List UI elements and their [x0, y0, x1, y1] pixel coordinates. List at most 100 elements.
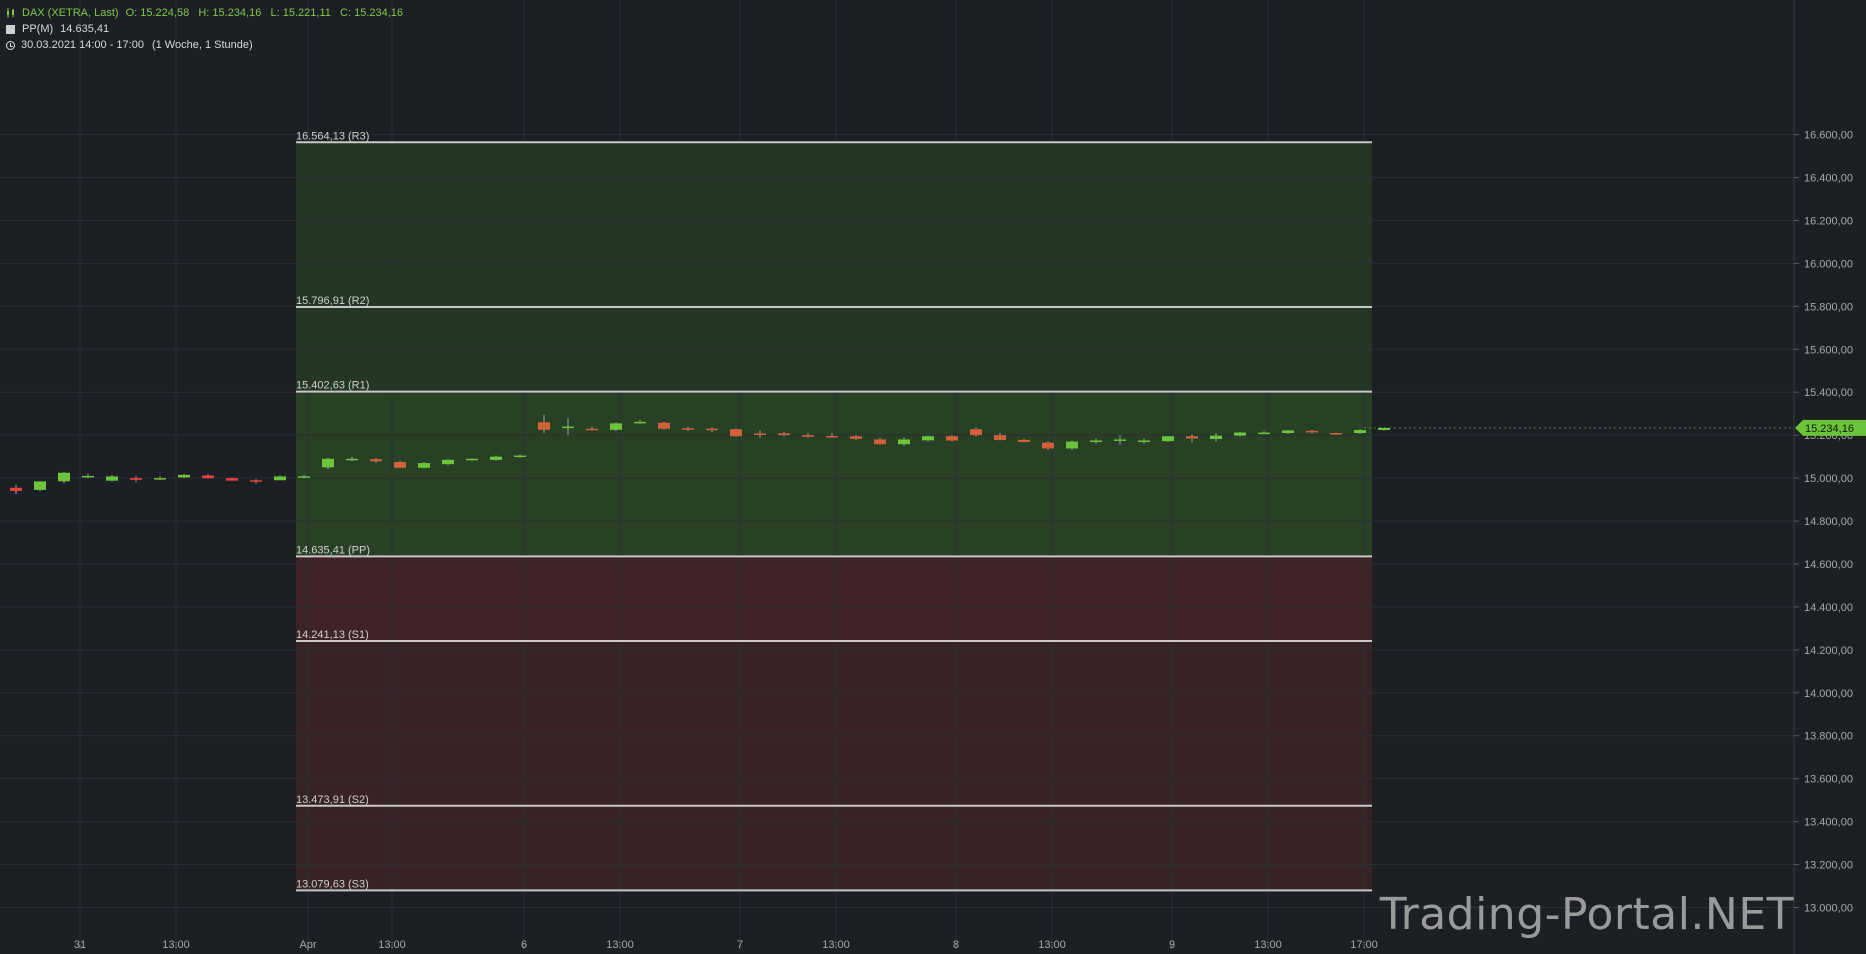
indicator-value: 14.635,41: [60, 23, 110, 35]
candle-body: [1018, 439, 1030, 443]
candle-body: [658, 422, 670, 429]
ohlc-values: O: 15.224,58 H: 15.234,16 L: 15.221,11 C…: [125, 7, 404, 19]
y-axis-tick-label: 14.800,00: [1804, 516, 1853, 528]
x-axis-tick-label: 8: [953, 939, 959, 951]
candle-body: [1234, 432, 1246, 436]
x-axis-tick-label: 17:00: [1350, 939, 1378, 951]
candle-body: [1258, 432, 1270, 435]
indicator-row[interactable]: PP(M) 14.635,41: [6, 21, 403, 37]
y-axis-tick-label: 13.000,00: [1804, 903, 1853, 915]
candle-body: [490, 456, 502, 460]
candle-body: [394, 461, 406, 468]
x-axis-tick-label: 13:00: [378, 939, 406, 951]
candlestick-icon: [7, 8, 14, 18]
candle-body: [202, 475, 214, 479]
timeframe: (1 Woche, 1 Stunde): [151, 39, 253, 51]
candle-body: [754, 433, 766, 435]
candle-body: [10, 487, 22, 491]
pivot-level-label: 14.241,13 (S1): [296, 629, 369, 641]
instrument-row[interactable]: DAX (XETRA, Last) O: 15.224,58 H: 15.234…: [6, 5, 403, 21]
chart-canvas[interactable]: 16.564,13 (R3) 15.796,91 (R2) 15.402,63 (R…: [0, 0, 1866, 954]
candle-body: [106, 476, 118, 481]
candle-body: [946, 436, 958, 441]
pivot-level-label: 16.564,13 (R3): [296, 130, 369, 142]
x-axis-tick-label: 7: [737, 939, 743, 951]
candle-body: [1282, 430, 1294, 434]
y-axis-tick-label: 15.000,00: [1804, 473, 1853, 485]
candle-body: [1330, 433, 1342, 435]
candle-body: [514, 455, 526, 458]
candle-body: [418, 463, 430, 468]
candle-body: [1354, 430, 1366, 434]
x-axis-tick-label: 9: [1169, 939, 1175, 951]
candle-body: [538, 422, 550, 430]
candle-body: [1066, 441, 1078, 449]
y-axis-tick-label: 16.000,00: [1804, 258, 1853, 270]
y-axis-tick-label: 16.600,00: [1804, 130, 1853, 142]
x-axis-tick-label: 13:00: [822, 939, 850, 951]
candle-body: [1138, 440, 1150, 443]
candle-body: [226, 478, 238, 481]
candle-body: [1186, 436, 1198, 439]
candle-body: [34, 481, 46, 490]
y-axis-tick-label: 16.200,00: [1804, 215, 1853, 227]
y-axis-tick-label: 15.800,00: [1804, 301, 1853, 313]
y-axis-tick-label: 13.400,00: [1804, 817, 1853, 829]
candle-body: [850, 436, 862, 439]
candle-body: [970, 429, 982, 436]
candle-body: [130, 478, 142, 480]
y-axis-tick-label: 14.600,00: [1804, 559, 1853, 571]
clock-icon: [6, 40, 15, 50]
x-axis-tick-label: 31: [74, 939, 86, 951]
candle-body: [178, 474, 190, 478]
y-axis-tick-label: 14.200,00: [1804, 645, 1853, 657]
pivot-level-label: 13.079,63 (S3): [296, 878, 369, 890]
candle-body: [1162, 436, 1174, 442]
candle-body: [586, 428, 598, 431]
indicator-color-swatch: [6, 24, 15, 34]
candle-body: [298, 476, 310, 478]
candle-body: [466, 458, 478, 461]
x-axis-tick-label: 13:00: [1038, 939, 1066, 951]
last-price-label: 15.234,16: [1805, 423, 1854, 435]
y-axis-tick-label: 14.000,00: [1804, 688, 1853, 700]
y-axis-tick-label: 13.800,00: [1804, 731, 1853, 743]
candle-body: [370, 459, 382, 462]
candle-body: [274, 476, 286, 481]
candle-body: [1210, 435, 1222, 440]
candle-body: [874, 439, 886, 445]
candle-body: [706, 428, 718, 431]
candle-body: [922, 436, 934, 441]
candle-body: [1090, 440, 1102, 443]
candle-body: [346, 458, 358, 461]
y-axis-tick-label: 13.600,00: [1804, 774, 1853, 786]
candle-body: [442, 459, 454, 465]
candle-body: [826, 436, 838, 438]
candle-body: [610, 423, 622, 430]
x-axis-tick-label: 13:00: [606, 939, 634, 951]
resistance-zone-inner: [296, 391, 1372, 557]
candle-body: [730, 429, 742, 437]
x-axis-tick-label: 13:00: [162, 939, 190, 951]
x-axis-tick-label: 6: [521, 939, 527, 951]
x-axis-tick-label: 13:00: [1254, 939, 1282, 951]
candle-body: [778, 433, 790, 436]
timerange-row[interactable]: 30.03.2021 14:00 - 17:00 (1 Woche, 1 Stu…: [6, 37, 403, 53]
pivot-level-label: 14.635,41 (PP): [296, 544, 370, 556]
pivot-level-label: 13.473,91 (S2): [296, 794, 369, 806]
instrument-name: DAX (XETRA, Last): [22, 7, 119, 19]
y-axis-tick-label: 14.400,00: [1804, 602, 1853, 614]
candle-body: [994, 435, 1006, 440]
candle-body: [898, 439, 910, 445]
y-axis-tick-label: 13.200,00: [1804, 860, 1853, 872]
candle-body: [1042, 442, 1054, 449]
pivot-level-label: 15.402,63 (R1): [296, 380, 369, 392]
timerange: 30.03.2021 14:00 - 17:00: [21, 39, 144, 51]
chart-legend: DAX (XETRA, Last) O: 15.224,58 H: 15.234…: [6, 5, 403, 53]
support-zone-inner: [296, 556, 1372, 642]
indicator-name: PP(M): [22, 23, 54, 35]
candle-body: [1114, 439, 1126, 441]
candle-body: [82, 475, 94, 478]
candle-body: [250, 480, 262, 482]
candle-body: [802, 435, 814, 437]
